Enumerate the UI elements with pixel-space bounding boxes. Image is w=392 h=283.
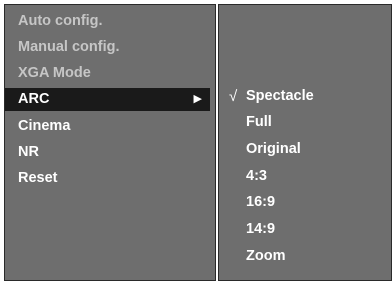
arc-submenu-panel: √ Spectacle Full Original 4:3 16:9 14:9 … xyxy=(218,4,392,281)
main-menu-panel: Auto config. Manual config. XGA Mode ARC… xyxy=(4,4,216,281)
menu-item-reset[interactable]: Reset xyxy=(5,167,210,190)
submenu-item-16-9[interactable]: 16:9 xyxy=(219,191,389,214)
submenu-item-label: Zoom xyxy=(246,248,286,264)
submenu-item-label: 16:9 xyxy=(246,194,276,210)
submenu-arrow-icon: ▶ xyxy=(193,93,202,105)
menu-item-manual-config[interactable]: Manual config. xyxy=(5,36,210,59)
submenu-item-4-3[interactable]: 4:3 xyxy=(219,165,389,188)
menu-item-label: Cinema xyxy=(18,118,71,134)
menu-item-label: Manual config. xyxy=(18,39,120,55)
submenu-item-original[interactable]: Original xyxy=(219,138,389,161)
submenu-item-full[interactable]: Full xyxy=(219,111,389,134)
menu-item-arc[interactable]: ARC ▶ xyxy=(5,88,210,111)
menu-item-label: Auto config. xyxy=(18,13,103,29)
menu-item-label: XGA Mode xyxy=(18,65,91,81)
menu-item-label: ARC xyxy=(18,91,50,107)
menu-item-label: NR xyxy=(18,144,39,160)
menu-item-label: Reset xyxy=(18,170,58,186)
submenu-item-spectacle[interactable]: √ Spectacle xyxy=(219,85,389,108)
submenu-item-label: Full xyxy=(246,114,272,130)
menu-item-cinema[interactable]: Cinema xyxy=(5,115,210,138)
submenu-item-zoom[interactable]: Zoom xyxy=(219,245,389,268)
menu-item-nr[interactable]: NR xyxy=(5,141,210,164)
menu-item-xga-mode[interactable]: XGA Mode xyxy=(5,62,210,85)
submenu-item-label: 4:3 xyxy=(246,168,267,184)
submenu-item-14-9[interactable]: 14:9 xyxy=(219,218,389,241)
submenu-item-label: 14:9 xyxy=(246,221,276,237)
submenu-item-label: Original xyxy=(246,141,301,157)
check-icon: √ xyxy=(229,88,238,105)
submenu-item-label: Spectacle xyxy=(246,88,314,104)
menu-item-auto-config[interactable]: Auto config. xyxy=(5,10,210,33)
